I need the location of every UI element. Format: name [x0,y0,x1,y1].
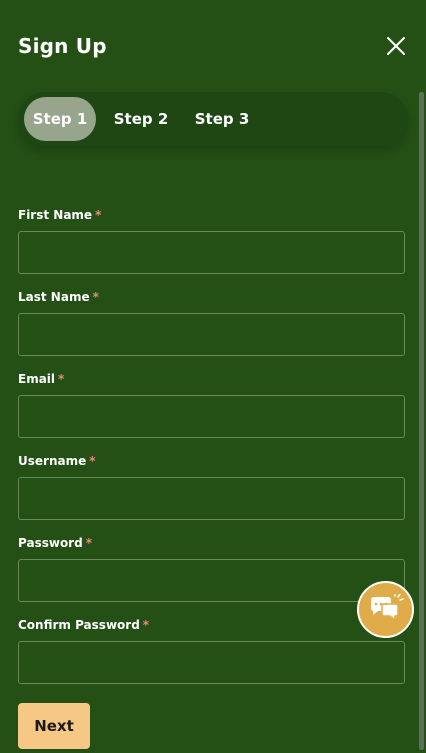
email-label: Email * [18,372,64,386]
last-name-label: Last Name * [18,290,99,304]
required-marker: * [92,290,99,304]
password-label: Password * [18,536,92,550]
first-name-label-text: First Name [18,208,93,222]
tab-step-3[interactable]: Step 3 [188,97,256,141]
username-label: Username * [18,454,96,468]
required-marker: * [85,536,92,550]
email-label-text: Email [18,372,56,386]
tab-step-2[interactable]: Step 2 [106,97,176,141]
username-field[interactable] [18,477,405,520]
tab-step-1[interactable]: Step 1 [24,97,96,141]
close-icon [387,37,405,55]
chat-button[interactable] [357,581,414,638]
chat-bubbles-icon [371,594,404,622]
required-marker: * [95,208,102,222]
confirm-password-label: Confirm Password * [18,618,149,632]
step-tabs: Step 1 Step 2 Step 3 [18,92,408,146]
page-title: Sign Up [18,34,107,58]
required-marker: * [142,618,150,632]
close-button[interactable] [386,36,406,56]
last-name-label-text: Last Name [18,290,90,304]
email-field[interactable] [18,395,405,438]
next-button[interactable]: Next [18,703,90,749]
username-label-text: Username [18,454,87,468]
required-marker: * [89,454,96,468]
last-name-field[interactable] [18,313,405,356]
confirm-password-label-text: Confirm Password [18,618,140,632]
password-label-text: Password [18,536,83,550]
required-marker: * [58,372,65,386]
scrollbar[interactable] [419,92,424,750]
first-name-label: First Name * [18,208,101,222]
first-name-field[interactable] [18,231,405,274]
modal-header: Sign Up [18,34,408,60]
password-field[interactable] [18,559,405,602]
confirm-password-field[interactable] [18,641,405,684]
